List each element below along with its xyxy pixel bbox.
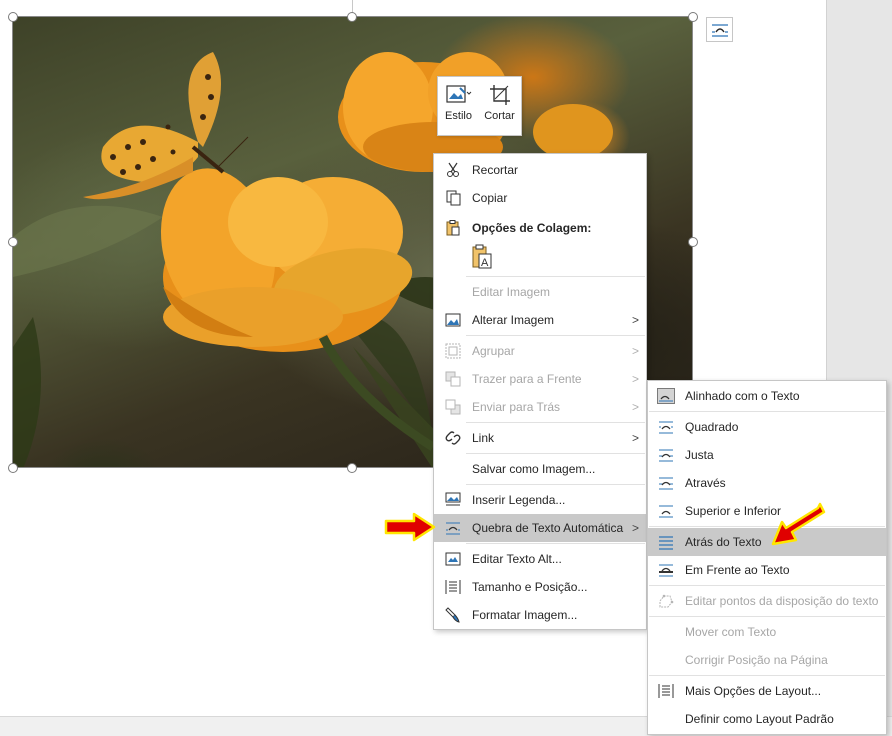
- menu-separator: [466, 453, 645, 454]
- submenu-item-top-bottom[interactable]: Superior e Inferior: [648, 497, 886, 525]
- size-position-icon: [444, 578, 462, 596]
- behind-text-icon: [657, 533, 675, 551]
- submenu-item-square[interactable]: Quadrado: [648, 413, 886, 441]
- menu-item-edit-alt-text[interactable]: Editar Texto Alt...: [434, 545, 646, 573]
- menu-separator: [466, 422, 645, 423]
- menu-separator: [466, 543, 645, 544]
- submenu-item-move-with-text: Mover com Texto: [685, 625, 777, 639]
- more-layout-options-icon: [657, 682, 675, 700]
- menu-separator: [466, 335, 645, 336]
- resize-handle-left[interactable]: [8, 237, 18, 247]
- submenu-arrow-icon: >: [631, 431, 639, 445]
- layout-options-icon: [711, 23, 728, 37]
- menu-item-send-backward: Enviar para Trás >: [434, 393, 646, 421]
- menu-item-wrap-text[interactable]: Quebra de Texto Automática >: [434, 514, 646, 542]
- menu-item-edit-image: Editar Imagem: [472, 285, 551, 299]
- crop-button[interactable]: Cortar: [479, 77, 520, 135]
- menu-item-copy[interactable]: Copiar: [434, 184, 646, 212]
- resize-handle-top[interactable]: [347, 12, 357, 22]
- svg-text:A: A: [481, 257, 489, 269]
- inline-with-text-icon: [657, 387, 675, 405]
- wrap-tight-icon: [657, 446, 675, 464]
- wrap-text-icon: [444, 519, 462, 537]
- submenu-item-behind-text[interactable]: Atrás do Texto: [648, 528, 886, 556]
- submenu-arrow-icon: >: [631, 521, 639, 535]
- submenu-item-through[interactable]: Através: [648, 469, 886, 497]
- submenu-item-inline[interactable]: Alinhado com o Texto: [648, 382, 886, 410]
- menu-item-link[interactable]: Link >: [434, 424, 646, 452]
- menu-item-change-image[interactable]: Alterar Imagem >: [434, 306, 646, 334]
- submenu-item-set-default[interactable]: Definir como Layout Padrão: [648, 705, 886, 733]
- in-front-of-text-icon: [657, 561, 675, 579]
- submenu-arrow-icon: >: [631, 400, 639, 414]
- menu-separator: [649, 526, 885, 527]
- menu-separator: [649, 585, 885, 586]
- style-button[interactable]: Estilo: [438, 77, 479, 135]
- crop-label: Cortar: [484, 110, 515, 122]
- menu-separator: [649, 616, 885, 617]
- menu-item-size-position[interactable]: Tamanho e Posição...: [434, 573, 646, 601]
- menu-separator: [466, 484, 645, 485]
- submenu-item-more-layout[interactable]: Mais Opções de Layout...: [648, 677, 886, 705]
- menu-separator: [649, 675, 885, 676]
- style-label: Estilo: [445, 110, 472, 122]
- alt-text-icon: [444, 550, 462, 568]
- link-icon: [444, 429, 462, 447]
- paste-icon: [444, 219, 462, 237]
- menu-separator: [466, 276, 645, 277]
- wrap-square-icon: [657, 418, 675, 436]
- wrap-text-submenu: Alinhado com o Texto Quadrado Justa Atra…: [647, 380, 887, 735]
- submenu-arrow-icon: >: [631, 344, 639, 358]
- send-backward-icon: [444, 398, 462, 416]
- submenu-arrow-icon: >: [631, 372, 639, 386]
- crop-icon: [489, 85, 510, 105]
- menu-item-paste-options: Opções de Colagem:: [434, 214, 646, 242]
- menu-item-insert-caption[interactable]: Inserir Legenda...: [434, 486, 646, 514]
- paste-picture-option-icon[interactable]: A: [472, 244, 494, 270]
- wrap-through-icon: [657, 474, 675, 492]
- picture-style-icon: [445, 85, 471, 103]
- annotation-arrow-right: [384, 512, 436, 542]
- annotation-arrow-diagonal: [771, 502, 826, 546]
- scissors-icon: [444, 161, 462, 179]
- menu-item-cut[interactable]: Recortar: [434, 156, 646, 184]
- submenu-item-tight[interactable]: Justa: [648, 441, 886, 469]
- menu-item-group: Agrupar >: [434, 337, 646, 365]
- insert-caption-icon: [444, 491, 462, 509]
- submenu-item-in-front[interactable]: Em Frente ao Texto: [648, 556, 886, 584]
- resize-handle-top-right[interactable]: [688, 12, 698, 22]
- wrap-top-bottom-icon: [657, 502, 675, 520]
- edit-wrap-points-icon: [657, 592, 675, 610]
- group-icon: [444, 342, 462, 360]
- menu-item-bring-forward: Trazer para a Frente >: [434, 365, 646, 393]
- resize-handle-top-left[interactable]: [8, 12, 18, 22]
- menu-item-format-image[interactable]: Formatar Imagem...: [434, 601, 646, 629]
- copy-icon: [444, 189, 462, 207]
- resize-handle-bottom-left[interactable]: [8, 463, 18, 473]
- format-picture-icon: [444, 606, 462, 624]
- submenu-item-edit-wrap-points: Editar pontos da disposição do texto: [648, 587, 886, 615]
- context-menu: Recortar Copiar Opções de Colagem: A Edi…: [433, 153, 647, 630]
- resize-handle-bottom[interactable]: [347, 463, 357, 473]
- change-picture-icon: [444, 311, 462, 329]
- layout-options-button[interactable]: [706, 17, 733, 42]
- resize-handle-right[interactable]: [688, 237, 698, 247]
- menu-item-save-as-image[interactable]: Salvar como Imagem...: [434, 455, 646, 483]
- bring-forward-icon: [444, 370, 462, 388]
- menu-separator: [649, 411, 885, 412]
- submenu-arrow-icon: >: [631, 313, 639, 327]
- mini-toolbar: Estilo Cortar: [437, 76, 522, 136]
- submenu-item-fix-position: Corrigir Posição na Página: [685, 653, 828, 667]
